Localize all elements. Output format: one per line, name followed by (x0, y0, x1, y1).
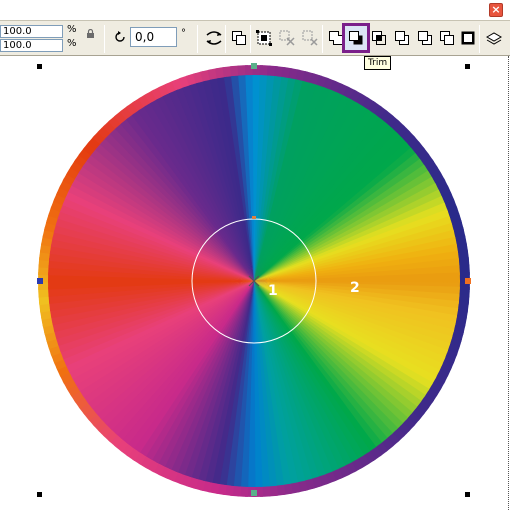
lock-ratio-icon[interactable] (86, 29, 95, 38)
selection-handle-top-left[interactable] (37, 64, 42, 69)
tooltip-text: Trim (368, 58, 388, 68)
scale-x-unit: % (67, 24, 77, 35)
conical-fill-drawing (14, 56, 494, 510)
ungroup-all-button[interactable] (299, 26, 321, 50)
left-node[interactable] (37, 278, 43, 284)
coreldraw-window: × 100.0 100.0 % % 0,0 ° 1 2 Trim (0, 0, 510, 510)
selection-handle-bottom-left[interactable] (37, 492, 42, 497)
back-minus-front-button[interactable] (436, 26, 458, 50)
group-icon (232, 31, 246, 45)
scale-x-field[interactable]: 100.0 (0, 25, 63, 38)
separator (104, 25, 105, 53)
separator (322, 25, 323, 53)
close-button[interactable]: × (489, 3, 503, 17)
object-label-1: 1 (268, 283, 278, 299)
ungroup-button[interactable] (276, 26, 298, 50)
conical-fill-circle[interactable] (14, 56, 494, 510)
mirror-icon (206, 31, 222, 45)
separator (197, 25, 198, 53)
group-button[interactable] (228, 26, 250, 50)
ungroup-icon (279, 30, 295, 46)
combine-icon (256, 30, 272, 46)
layers-icon (485, 32, 503, 45)
selection-handle-top-right[interactable] (465, 64, 470, 69)
convert-to-curves-button[interactable] (483, 26, 505, 50)
right-node[interactable] (465, 278, 471, 284)
degree-unit: ° (181, 28, 186, 39)
separator (225, 25, 226, 53)
simplify-icon (395, 31, 409, 45)
front-minus-back-button[interactable] (414, 26, 436, 50)
trim-icon (349, 31, 363, 45)
scale-y-field[interactable]: 100.0 (0, 39, 63, 52)
trim-tooltip: Trim (364, 56, 392, 70)
object-label-2: 2 (350, 280, 360, 296)
trim-button[interactable] (342, 23, 370, 53)
scale-y-unit: % (67, 38, 77, 49)
separator (479, 25, 480, 53)
front-minus-back-icon (418, 31, 432, 45)
property-bar: 100.0 100.0 % % 0,0 ° (0, 20, 510, 56)
ungroup-all-icon (302, 30, 318, 46)
back-minus-front-icon (440, 31, 454, 45)
boundary-icon (461, 31, 475, 45)
simplify-button[interactable] (391, 26, 413, 50)
boundary-button[interactable] (457, 26, 479, 50)
combine-button[interactable] (253, 26, 275, 50)
top-node[interactable] (251, 63, 257, 69)
rotate-icon (115, 31, 125, 42)
bottom-node[interactable] (251, 490, 257, 496)
rotation-angle-field[interactable]: 0,0 (130, 27, 177, 47)
page-border (508, 56, 509, 510)
intersect-button[interactable] (368, 26, 390, 50)
small-circle-node (252, 216, 256, 219)
separator (250, 25, 251, 53)
selection-handle-bottom-right[interactable] (465, 492, 470, 497)
drawing-canvas[interactable]: 1 2 (0, 56, 510, 510)
intersect-icon (372, 31, 386, 45)
title-strip: × (0, 0, 510, 20)
mirror-button[interactable] (203, 26, 225, 50)
